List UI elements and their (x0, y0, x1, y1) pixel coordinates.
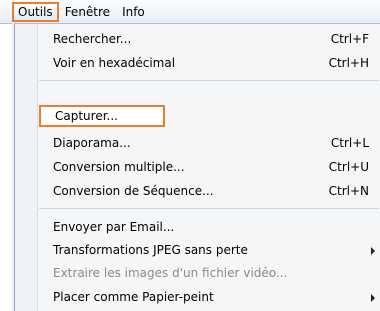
menu-item-label: Placer comme Papier-peint (53, 290, 214, 304)
menu-separator (39, 80, 379, 81)
menu-item-shortcut: Ctrl+U (328, 160, 369, 174)
menu-separator (39, 208, 379, 209)
menu-item-label: Envoyer par Email... (53, 220, 175, 234)
menu-item-label: Transformations JPEG sans perte (53, 243, 248, 257)
menu-item-label: Conversion de Séquence... (53, 184, 214, 198)
menu-item-label: Voir en hexadécimal (53, 56, 176, 70)
menu-outils[interactable]: Outils (12, 1, 59, 22)
menu-fenetre[interactable]: Fenêtre (59, 2, 116, 22)
menu-item-shortcut: Ctrl+L (330, 136, 369, 150)
menu-item-papier-peint[interactable]: Placer comme Papier-peint (37, 286, 379, 308)
menu-info[interactable]: Info (116, 2, 151, 22)
menu-item-label: Capturer... (55, 109, 118, 123)
menu-icon-gutter (15, 24, 38, 311)
menu-item-conversion-multiple[interactable]: Conversion multiple... Ctrl+U (37, 156, 379, 178)
menu-item-shortcut: Ctrl+N (328, 184, 369, 198)
menu-item-voir-hexadecimal[interactable]: Voir en hexadécimal Ctrl+H (37, 52, 379, 74)
menu-item-shortcut: Ctrl+F (330, 32, 369, 46)
menu-item-transformations-jpeg[interactable]: Transformations JPEG sans perte (37, 239, 379, 261)
menu-item-label: Extraire les images d'un fichier vidéo..… (53, 266, 288, 280)
menu-item-diaporama[interactable]: Diaporama... Ctrl+L (37, 132, 379, 154)
menu-item-conversion-sequence[interactable]: Conversion de Séquence... Ctrl+N (37, 180, 379, 202)
menu-item-capturer[interactable]: Capturer... (39, 105, 165, 127)
menu-item-label: Conversion multiple... (53, 160, 185, 174)
menu-item-label: Diaporama... (53, 136, 131, 150)
submenu-arrow-icon (371, 247, 375, 255)
menu-item-shortcut: Ctrl+H (328, 56, 369, 70)
submenu-arrow-icon (371, 294, 375, 302)
menu-item-extraire-images: Extraire les images d'un fichier vidéo..… (37, 262, 379, 284)
menu-item-label: Rechercher... (53, 32, 132, 46)
menu-bar: Outils Fenêtre Info (0, 0, 380, 24)
outils-dropdown-menu: Rechercher... Ctrl+F Voir en hexadécimal… (14, 24, 380, 311)
menu-item-rechercher[interactable]: Rechercher... Ctrl+F (37, 28, 379, 50)
menu-item-envoyer-email[interactable]: Envoyer par Email... (37, 216, 379, 238)
